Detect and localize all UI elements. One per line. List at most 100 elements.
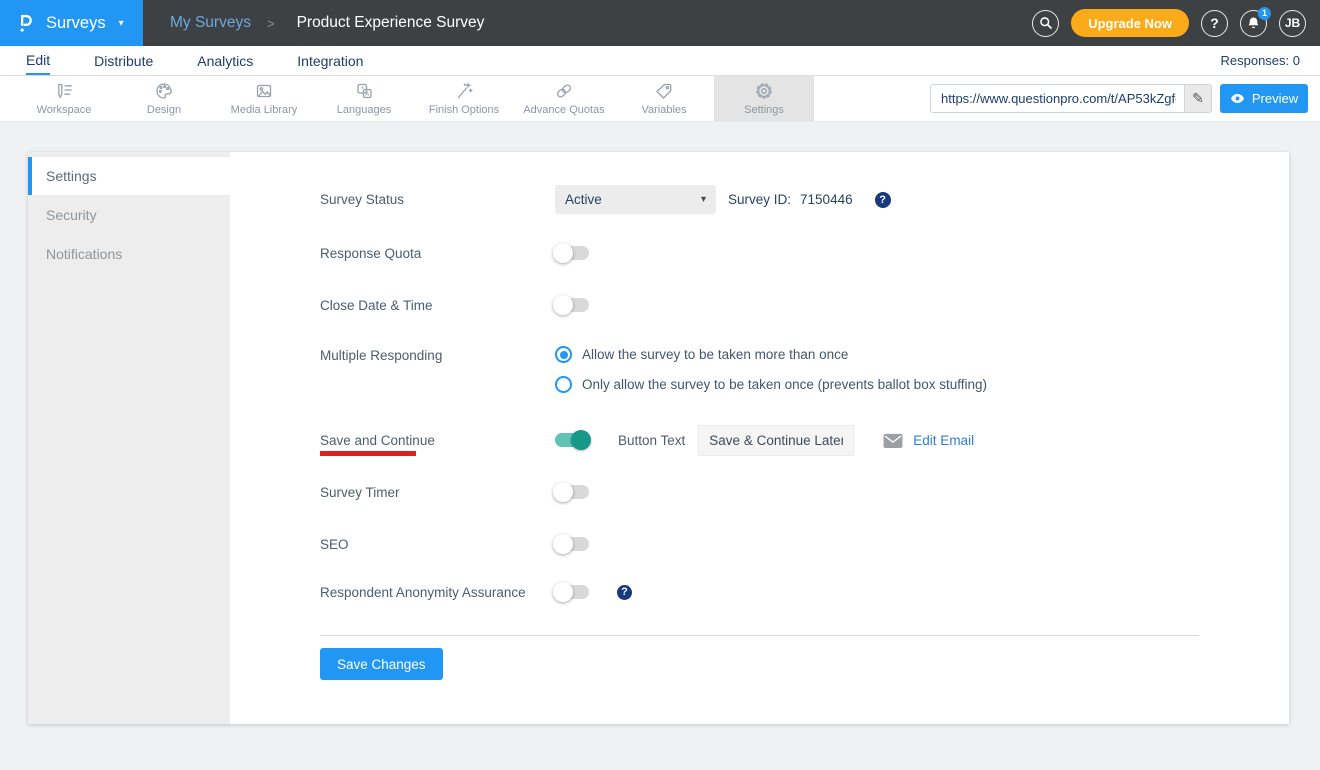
survey-id: Survey ID: 7150446 ?	[728, 192, 891, 208]
save-and-continue-label: Save and Continue	[320, 433, 555, 448]
toggle-knob	[553, 295, 573, 315]
radio-option-multiple[interactable]: Allow the survey to be taken more than o…	[555, 346, 987, 363]
red-highlight-underline	[320, 451, 416, 456]
seo-toggle[interactable]	[555, 537, 589, 551]
search-button[interactable]	[1032, 10, 1059, 37]
toolbar-item-settings[interactable]: Settings	[714, 76, 814, 121]
workspace-icon	[54, 81, 74, 101]
survey-status-row: Survey Status Active ▾ Survey ID: 715044…	[320, 185, 1239, 214]
upgrade-now-button[interactable]: Upgrade Now	[1071, 9, 1189, 37]
save-changes-button[interactable]: Save Changes	[320, 648, 443, 680]
response-quota-toggle[interactable]	[555, 246, 589, 260]
settings-card: Settings Security Notifications Survey S…	[28, 152, 1289, 724]
seo-label: SEO	[320, 537, 555, 552]
survey-id-value: 7150446	[800, 192, 853, 207]
gear-icon	[754, 81, 774, 101]
toggle-knob	[571, 430, 591, 450]
search-icon	[1038, 15, 1054, 31]
survey-nav-tabs: Edit Distribute Analytics Integration Re…	[0, 46, 1320, 76]
form-divider	[320, 635, 1199, 636]
radio-option-once[interactable]: Only allow the survey to be taken once (…	[555, 376, 987, 393]
user-avatar[interactable]: JB	[1279, 10, 1306, 37]
toolbar-item-media-library[interactable]: Media Library	[214, 76, 314, 121]
button-text-label: Button Text	[618, 433, 685, 448]
questionpro-logo-icon	[16, 11, 37, 36]
response-quota-row: Response Quota	[320, 241, 1239, 265]
chevron-down-icon: ▾	[119, 18, 124, 29]
email-envelope-icon[interactable]	[882, 432, 904, 449]
edit-url-button[interactable]: ✎	[1184, 85, 1211, 112]
top-header: Surveys ▾ My Surveys > Product Experienc…	[0, 0, 1320, 46]
survey-status-dropdown[interactable]: Active ▾	[555, 185, 716, 214]
help-button[interactable]: ?	[1201, 10, 1228, 37]
toolbar-item-languages[interactable]: * A Languages	[314, 76, 414, 121]
tab-integration[interactable]: Integration	[297, 46, 363, 75]
tab-analytics[interactable]: Analytics	[197, 46, 253, 75]
sidebar-item-security[interactable]: Security	[28, 195, 230, 234]
anonymity-toggle[interactable]	[555, 585, 589, 599]
question-mark-icon: ?	[1210, 15, 1219, 31]
avatar-initials: JB	[1285, 16, 1300, 30]
sidebar-item-settings[interactable]: Settings	[28, 157, 230, 195]
chevron-down-icon: ▾	[701, 194, 706, 205]
survey-timer-toggle[interactable]	[555, 485, 589, 499]
breadcrumb-my-surveys[interactable]: My Surveys	[170, 14, 251, 32]
product-switcher[interactable]: Surveys ▾	[0, 0, 143, 46]
response-quota-label: Response Quota	[320, 246, 555, 261]
survey-id-label: Survey ID:	[728, 192, 791, 207]
radio-unselected-icon[interactable]	[555, 376, 572, 393]
multiple-responding-options: Allow the survey to be taken more than o…	[555, 346, 987, 393]
product-name: Surveys	[46, 14, 106, 33]
notifications-button[interactable]: 1	[1240, 10, 1267, 37]
toggle-knob	[553, 482, 573, 502]
header-actions: Upgrade Now ? 1 JB	[1032, 0, 1320, 46]
toggle-knob	[553, 534, 573, 554]
toolbar-item-workspace[interactable]: Workspace	[14, 76, 114, 121]
tab-distribute[interactable]: Distribute	[94, 46, 153, 75]
toolbar-item-design[interactable]: Design	[114, 76, 214, 121]
anonymity-row: Respondent Anonymity Assurance ?	[320, 580, 1239, 604]
magic-wand-icon	[454, 81, 474, 101]
tag-icon	[654, 81, 674, 101]
responses-count: Responses: 0	[1221, 46, 1320, 75]
toolbar-item-variables[interactable]: Variables	[614, 76, 714, 121]
button-text-input[interactable]	[698, 425, 854, 456]
toolbar-item-advance-quotas[interactable]: Advance Quotas	[514, 76, 614, 121]
pencil-icon: ✎	[1192, 90, 1204, 107]
radio-selected-icon[interactable]	[555, 346, 572, 363]
save-and-continue-row: Save and Continue Button Text Edit Email	[320, 423, 1239, 457]
close-date-row: Close Date & Time	[320, 293, 1239, 317]
svg-text:A: A	[365, 91, 370, 98]
preview-button[interactable]: Preview	[1220, 84, 1308, 113]
notification-badge: 1	[1258, 7, 1271, 20]
settings-sidebar: Settings Security Notifications	[28, 152, 230, 724]
survey-status-value: Active	[565, 192, 602, 207]
close-date-label: Close Date & Time	[320, 298, 555, 313]
chain-link-icon	[554, 81, 574, 101]
save-and-continue-toggle[interactable]	[555, 433, 589, 447]
design-palette-icon	[154, 81, 174, 101]
survey-url-input[interactable]	[931, 85, 1184, 112]
close-date-toggle[interactable]	[555, 298, 589, 312]
anonymity-help-icon[interactable]: ?	[617, 585, 632, 600]
toggle-knob	[553, 582, 573, 602]
survey-status-label: Survey Status	[320, 192, 555, 207]
survey-timer-label: Survey Timer	[320, 485, 555, 500]
survey-id-help-icon[interactable]: ?	[875, 192, 891, 208]
multiple-responding-label: Multiple Responding	[320, 346, 555, 363]
survey-url-field: ✎	[930, 84, 1212, 113]
multiple-responding-row: Multiple Responding Allow the survey to …	[320, 346, 1239, 393]
survey-timer-row: Survey Timer	[320, 480, 1239, 504]
main-area: Settings Security Notifications Survey S…	[0, 122, 1320, 770]
media-image-icon	[254, 81, 274, 101]
languages-icon: * A	[354, 81, 374, 101]
sidebar-item-notifications[interactable]: Notifications	[28, 234, 230, 273]
eye-icon	[1230, 91, 1245, 106]
edit-email-link[interactable]: Edit Email	[913, 433, 974, 448]
breadcrumb-separator: >	[267, 16, 275, 31]
tab-edit[interactable]: Edit	[26, 46, 50, 75]
breadcrumb: My Surveys > Product Experience Survey	[170, 0, 484, 46]
anonymity-label: Respondent Anonymity Assurance	[320, 585, 555, 600]
seo-row: SEO	[320, 532, 1239, 556]
toolbar-item-finish-options[interactable]: Finish Options	[414, 76, 514, 121]
